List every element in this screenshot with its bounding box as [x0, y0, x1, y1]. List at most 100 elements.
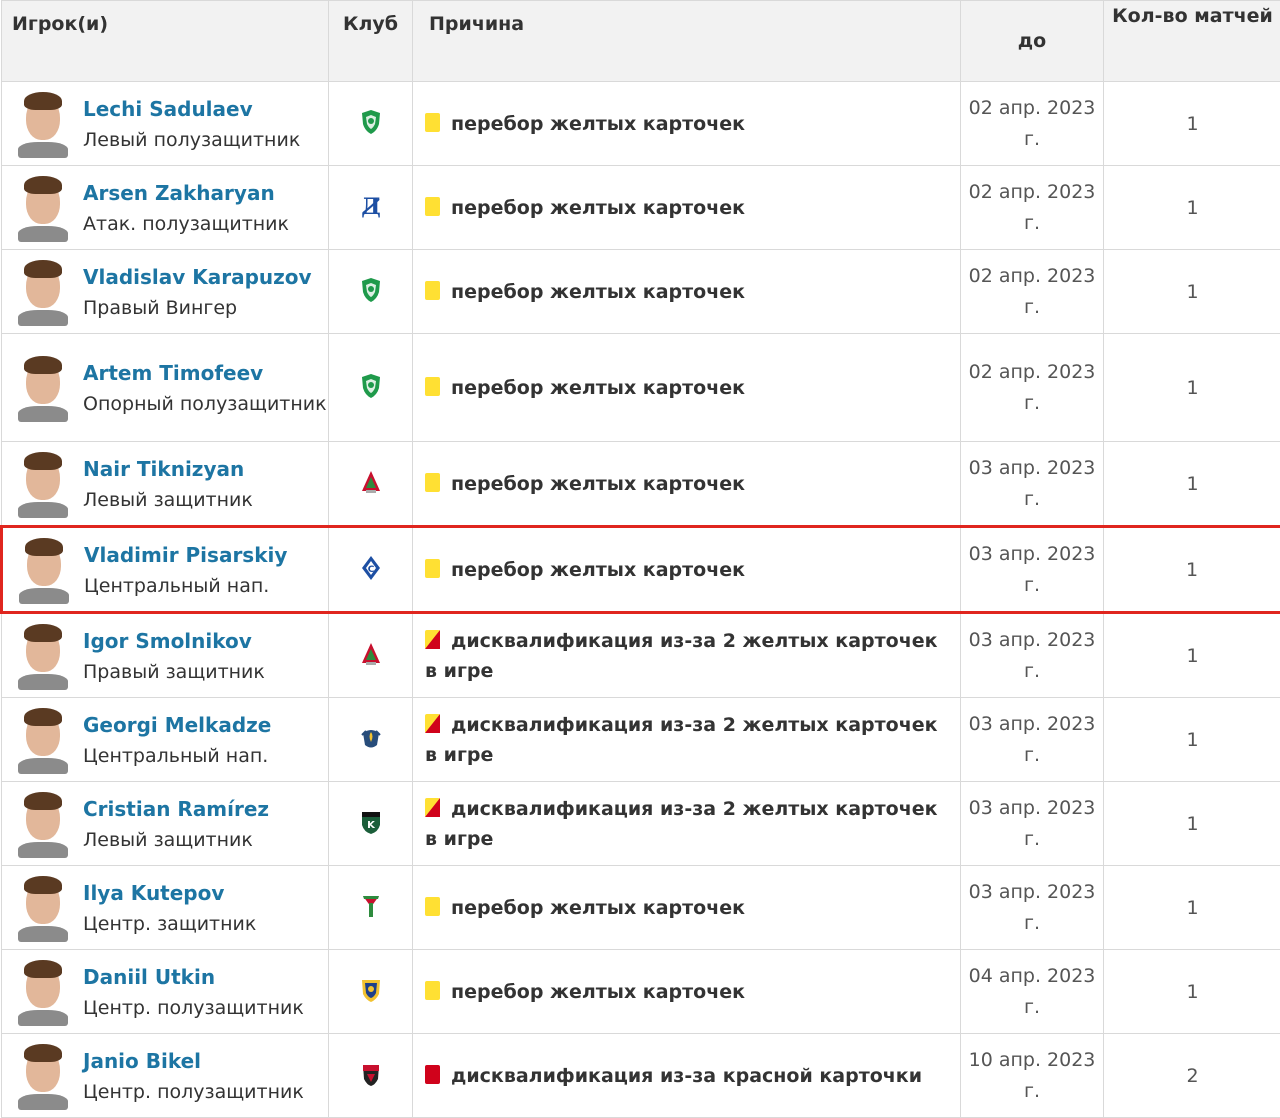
header-reason[interactable]: Причина — [413, 1, 961, 82]
player-photo[interactable] — [18, 706, 68, 774]
player-cell: Janio Bikel Центр. полузащитник — [2, 1034, 329, 1118]
until-date: 03 апр. 2023 г. — [961, 782, 1104, 866]
yellow-red-card-icon — [425, 628, 440, 647]
reason-cell: дисквалификация из-за 2 желтых карточек … — [413, 782, 961, 866]
table-body: Lechi Sadulaev Левый полузащитник перебо… — [2, 82, 1280, 1118]
player-position: Центр. защитник — [83, 909, 256, 939]
player-photo[interactable] — [18, 174, 68, 242]
svg-text:K: K — [367, 820, 376, 831]
player-name-link[interactable]: Igor Smolnikov — [83, 625, 265, 657]
lokomotiv-crest-icon[interactable] — [360, 641, 382, 667]
krasnodar-crest-icon[interactable]: K — [360, 809, 382, 835]
player-photo[interactable] — [18, 90, 68, 158]
player-position: Центр. полузащитник — [83, 1077, 304, 1107]
reason-text: перебор желтых карточек — [451, 897, 745, 919]
header-player[interactable]: Игрок(и) — [2, 1, 329, 82]
player-name-link[interactable]: Daniil Utkin — [83, 961, 304, 993]
until-date: 03 апр. 2023 г. — [961, 442, 1104, 527]
yellow-card-icon — [425, 557, 440, 576]
table-row: Ilya Kutepov Центр. защитник перебор жел… — [2, 866, 1280, 950]
reason-text: перебор желтых карточек — [451, 473, 745, 495]
reason-cell: перебор желтых карточек — [413, 442, 961, 527]
player-cell: Cristian Ramírez Левый защитник — [2, 782, 329, 866]
dynamo-crest-icon[interactable]: Д — [360, 193, 382, 219]
player-name-link[interactable]: Vladislav Karapuzov — [83, 261, 312, 293]
yellow-card-icon — [425, 195, 440, 214]
match-count: 1 — [1104, 82, 1280, 166]
player-position: Атак. полузащитник — [83, 209, 289, 239]
khimki-crest-icon[interactable] — [360, 1061, 382, 1087]
table-row: Daniil Utkin Центр. полузащитник перебор… — [2, 950, 1280, 1034]
rostov-crest-icon[interactable] — [360, 977, 382, 1003]
player-name-link[interactable]: Nair Tiknizyan — [83, 453, 253, 485]
header-until[interactable]: до — [961, 1, 1104, 82]
player-name-link[interactable]: Lechi Sadulaev — [83, 93, 300, 125]
player-name-link[interactable]: Ilya Kutepov — [83, 877, 256, 909]
torpedo-crest-icon[interactable] — [360, 893, 382, 919]
reason-cell: перебор желтых карточек — [413, 866, 961, 950]
player-photo[interactable] — [18, 790, 68, 858]
reason-text: перебор желтых карточек — [451, 197, 745, 219]
player-photo[interactable] — [18, 354, 68, 422]
reason-cell: перебор желтых карточек — [413, 334, 961, 442]
until-date: 10 апр. 2023 г. — [961, 1034, 1104, 1118]
reason-text: перебор желтых карточек — [451, 113, 745, 135]
reason-text: перебор желтых карточек — [451, 377, 745, 399]
fakel-crest-icon[interactable] — [360, 725, 382, 751]
yellow-card-icon — [425, 471, 440, 490]
player-name-link[interactable]: Arsen Zakharyan — [83, 177, 289, 209]
header-club[interactable]: Клуб — [329, 1, 413, 82]
table-row: Georgi Melkadze Центральный нап. дисквал… — [2, 698, 1280, 782]
match-count: 1 — [1104, 782, 1280, 866]
reason-cell: перебор желтых карточек — [413, 250, 961, 334]
akhmat-crest-icon[interactable] — [360, 109, 382, 135]
player-cell: Nair Tiknizyan Левый защитник — [2, 442, 329, 527]
match-count: 1 — [1104, 166, 1280, 250]
reason-cell: перебор желтых карточек — [413, 82, 961, 166]
match-count: 1 — [1104, 250, 1280, 334]
reason-text: дисквалификация из-за 2 желтых карточек … — [425, 714, 938, 766]
player-name-link[interactable]: Janio Bikel — [83, 1045, 304, 1077]
match-count: 1 — [1104, 866, 1280, 950]
table-row: Cristian Ramírez Левый защитник K дисква… — [2, 782, 1280, 866]
player-photo[interactable] — [18, 874, 68, 942]
until-date: 03 апр. 2023 г. — [961, 613, 1104, 698]
svg-text:С: С — [367, 565, 374, 575]
yellow-red-card-icon — [425, 712, 440, 731]
table-row: Nair Tiknizyan Левый защитник перебор же… — [2, 442, 1280, 527]
player-photo[interactable] — [18, 258, 68, 326]
match-count: 1 — [1104, 334, 1280, 442]
lokomotiv-crest-icon[interactable] — [360, 469, 382, 495]
player-photo[interactable] — [19, 536, 69, 604]
club-cell — [329, 250, 413, 334]
reason-text: дисквалификация из-за 2 желтых карточек … — [425, 630, 938, 682]
yellow-card-icon — [425, 979, 440, 998]
yellow-card-icon — [425, 279, 440, 298]
player-name-link[interactable]: Vladimir Pisarskiy — [84, 539, 287, 571]
club-cell — [329, 698, 413, 782]
player-name-link[interactable]: Georgi Melkadze — [83, 709, 271, 741]
player-name-link[interactable]: Cristian Ramírez — [83, 793, 269, 825]
player-position: Центр. полузащитник — [83, 993, 304, 1023]
header-count[interactable]: Кол-во матчей — [1104, 1, 1280, 82]
player-name-link[interactable]: Artem Timofeev — [83, 357, 327, 389]
reason-text: дисквалификация из-за 2 желтых карточек … — [425, 798, 938, 850]
akhmat-crest-icon[interactable] — [360, 373, 382, 399]
player-position: Центральный нап. — [83, 741, 271, 771]
reason-cell: дисквалификация из-за 2 желтых карточек … — [413, 698, 961, 782]
player-photo[interactable] — [18, 622, 68, 690]
club-cell — [329, 950, 413, 1034]
yellow-card-icon — [425, 895, 440, 914]
player-photo[interactable] — [18, 958, 68, 1026]
player-photo[interactable] — [18, 1042, 68, 1110]
club-cell — [329, 1034, 413, 1118]
krylia-crest-icon[interactable]: С — [360, 555, 382, 581]
match-count: 1 — [1104, 527, 1280, 613]
table-row-highlighted: Vladimir Pisarskiy Центральный нап. С пе… — [2, 527, 1280, 613]
table-row: Lechi Sadulaev Левый полузащитник перебо… — [2, 82, 1280, 166]
player-position: Опорный полузащитник — [83, 389, 327, 419]
akhmat-crest-icon[interactable] — [360, 277, 382, 303]
player-cell: Vladimir Pisarskiy Центральный нап. — [2, 527, 329, 613]
table-row: Igor Smolnikov Правый защитник дисквалиф… — [2, 613, 1280, 698]
player-photo[interactable] — [18, 450, 68, 518]
